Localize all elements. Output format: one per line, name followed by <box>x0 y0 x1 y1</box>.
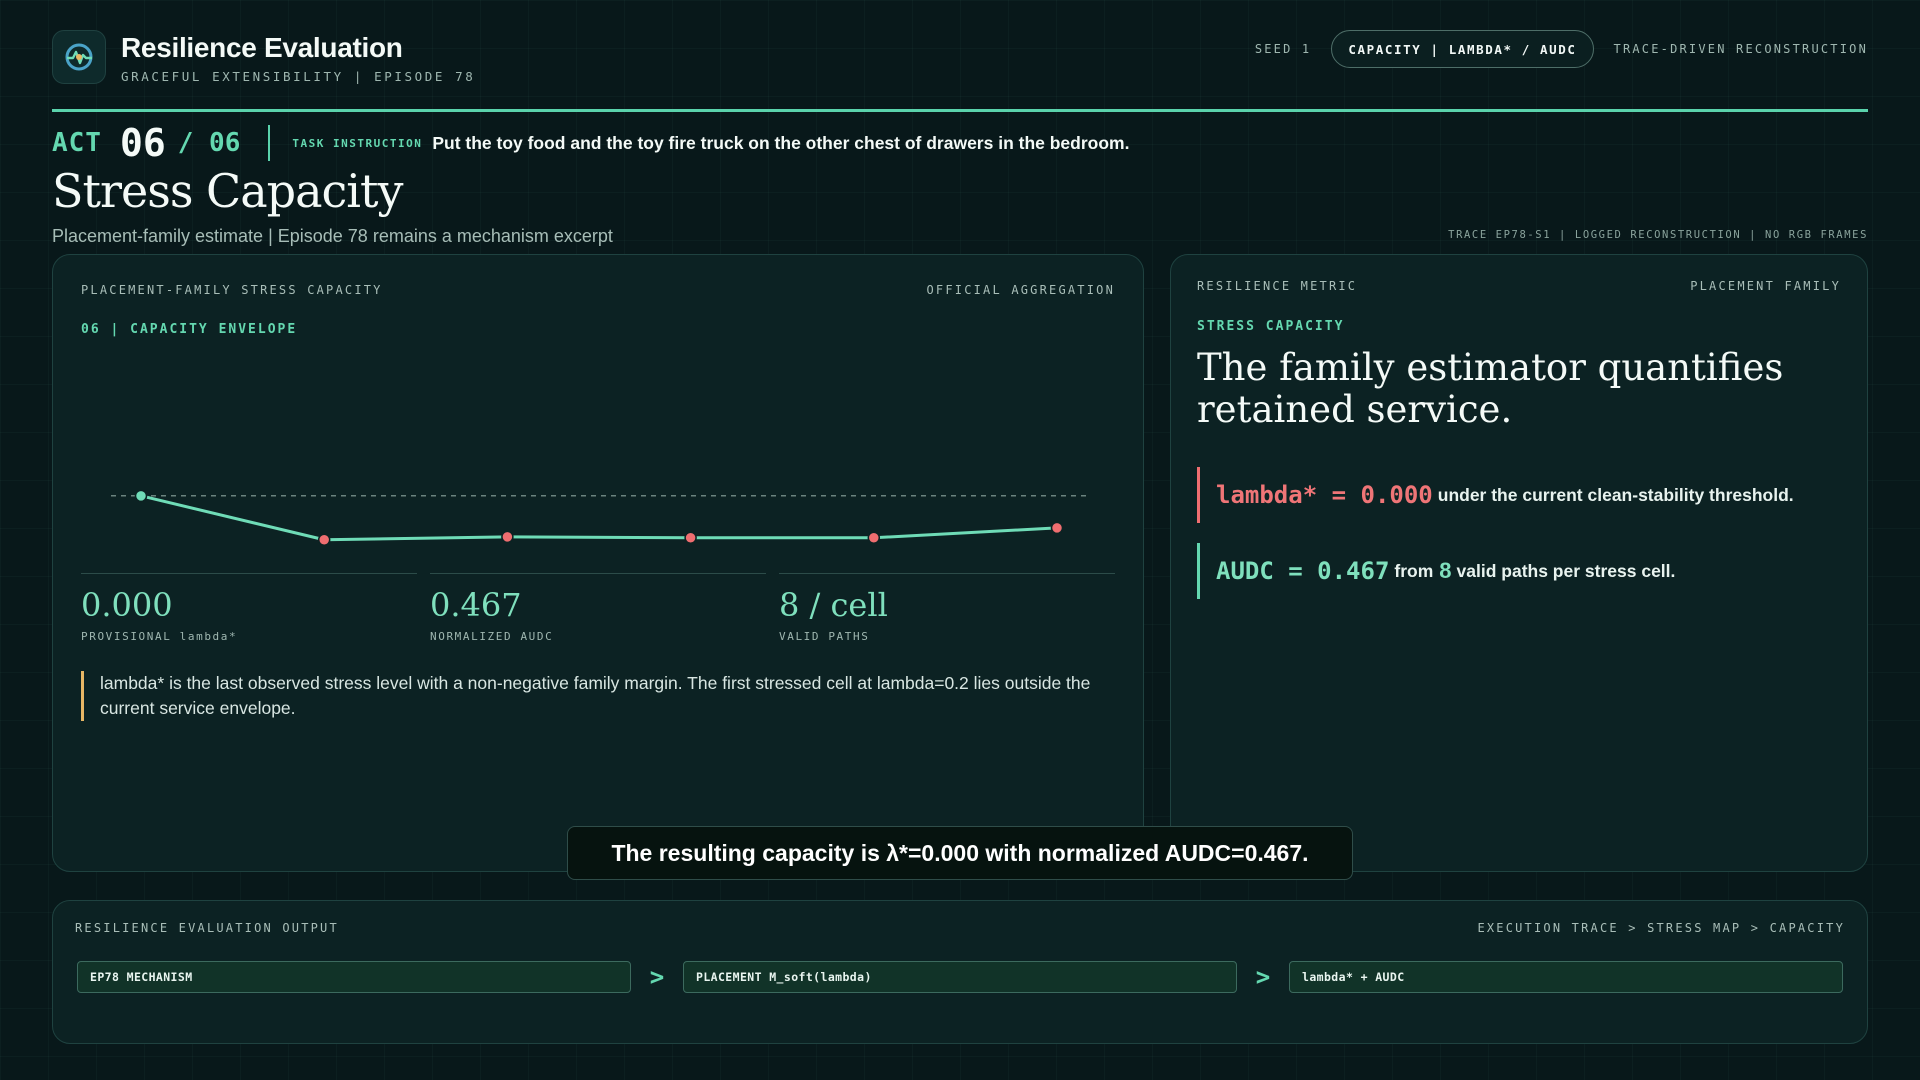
output-path: EXECUTION TRACE > STRESS MAP > CAPACITY <box>1477 921 1845 935</box>
data-point-0 <box>134 489 148 503</box>
section-label: STRESS CAPACITY <box>1197 319 1345 334</box>
capacity-series-line <box>140 494 1058 542</box>
stat-lambda: 0.000 PROVISIONAL lambda* <box>81 573 417 643</box>
act-row: ACT 06 / 06 TASK INSTRUCTION Put the toy… <box>52 121 1130 165</box>
act-label: ACT <box>52 128 102 158</box>
lambda-metric: lambda* = 0.000 under the current clean-… <box>1197 467 1794 523</box>
metric-panel: RESILIENCE METRIC PLACEMENT FAMILY STRES… <box>1170 254 1868 872</box>
panel-label: RESILIENCE METRIC <box>1197 279 1358 293</box>
header-divider <box>52 109 1868 112</box>
audc-description: valid paths per stress cell. <box>1456 560 1676 581</box>
aggregation-label: OFFICIAL AGGREGATION <box>926 283 1115 297</box>
act-separator <box>268 125 271 161</box>
data-point-5 <box>1050 521 1064 535</box>
panel-label: PLACEMENT-FAMILY STRESS CAPACITY <box>81 283 383 297</box>
app-title: Resilience Evaluation <box>121 32 403 63</box>
trace-note: TRACE EP78-S1 | LOGGED RECONSTRUCTION | … <box>1448 229 1868 241</box>
pipeline-step-placement[interactable]: PLACEMENT M_soft(lambda) <box>683 961 1237 993</box>
metric-headline: The family estimator quantifies retained… <box>1197 346 1784 431</box>
capacity-panel: PLACEMENT-FAMILY STRESS CAPACITY OFFICIA… <box>52 254 1144 872</box>
header-tags: SEED 1 CAPACITY | LAMBDA* / AUDC TRACE-D… <box>1255 30 1868 68</box>
page-subtitle: Placement-family estimate | Episode 78 r… <box>52 226 613 246</box>
data-point-3 <box>684 531 697 545</box>
audc-metric: AUDC = 0.467 from 8 valid paths per stre… <box>1197 543 1675 599</box>
app-subtitle: GRACEFUL EXTENSIBILITY | EPISODE 78 <box>121 69 476 84</box>
caption-subtitle: The resulting capacity is λ*=0.000 with … <box>567 826 1353 880</box>
stat-label: NORMALIZED AUDC <box>430 630 554 643</box>
arrow-right-icon: > <box>649 963 665 991</box>
stat-audc: 0.467 NORMALIZED AUDC <box>430 573 766 643</box>
stat-value: 0.467 <box>430 586 522 624</box>
arrow-right-icon: > <box>1255 963 1271 991</box>
capacity-envelope-chart <box>111 489 1087 546</box>
pipeline-step-capacity[interactable]: lambda* + AUDC <box>1289 961 1843 993</box>
pipeline-step-mechanism[interactable]: EP78 MECHANISM <box>77 961 631 993</box>
data-point-2 <box>501 530 514 544</box>
audc-path-count: 8 <box>1439 558 1452 583</box>
audc-value: AUDC = 0.467 <box>1216 557 1390 585</box>
capacity-pill[interactable]: CAPACITY | LAMBDA* / AUDC <box>1331 30 1594 68</box>
logo-icon <box>65 43 93 71</box>
lambda-explanation-note: lambda* is the last observed stress leve… <box>81 671 1101 721</box>
mode-tag: TRACE-DRIVEN RECONSTRUCTION <box>1613 42 1868 56</box>
act-total: / 06 <box>177 128 241 158</box>
app-logo <box>52 30 106 84</box>
audc-from: from <box>1394 560 1434 581</box>
data-point-4 <box>867 531 881 545</box>
task-instruction-label: TASK INSTRUCTION <box>292 136 423 150</box>
page-title: Stress Capacity <box>52 164 403 218</box>
task-instruction-text: Put the toy food and the toy fire truck … <box>432 132 1130 153</box>
section-label: 06 | CAPACITY ENVELOPE <box>81 322 298 337</box>
family-label: PLACEMENT FAMILY <box>1690 279 1841 293</box>
stat-valid-paths: 8 / cell VALID PATHS <box>779 573 1115 643</box>
stat-label: VALID PATHS <box>779 630 870 643</box>
act-current: 06 <box>119 121 166 165</box>
stat-label: PROVISIONAL lambda* <box>81 630 238 643</box>
data-point-1 <box>317 533 331 546</box>
output-label: RESILIENCE EVALUATION OUTPUT <box>75 921 339 935</box>
stat-value: 0.000 <box>81 586 173 624</box>
output-panel: RESILIENCE EVALUATION OUTPUT EXECUTION T… <box>52 900 1868 1044</box>
stat-value: 8 / cell <box>779 586 888 624</box>
lambda-value: lambda* = 0.000 <box>1216 481 1433 509</box>
seed-tag: SEED 1 <box>1254 42 1312 56</box>
pipeline-flow: EP78 MECHANISM > PLACEMENT M_soft(lambda… <box>77 961 1843 993</box>
lambda-description: under the current clean-stability thresh… <box>1437 484 1794 505</box>
